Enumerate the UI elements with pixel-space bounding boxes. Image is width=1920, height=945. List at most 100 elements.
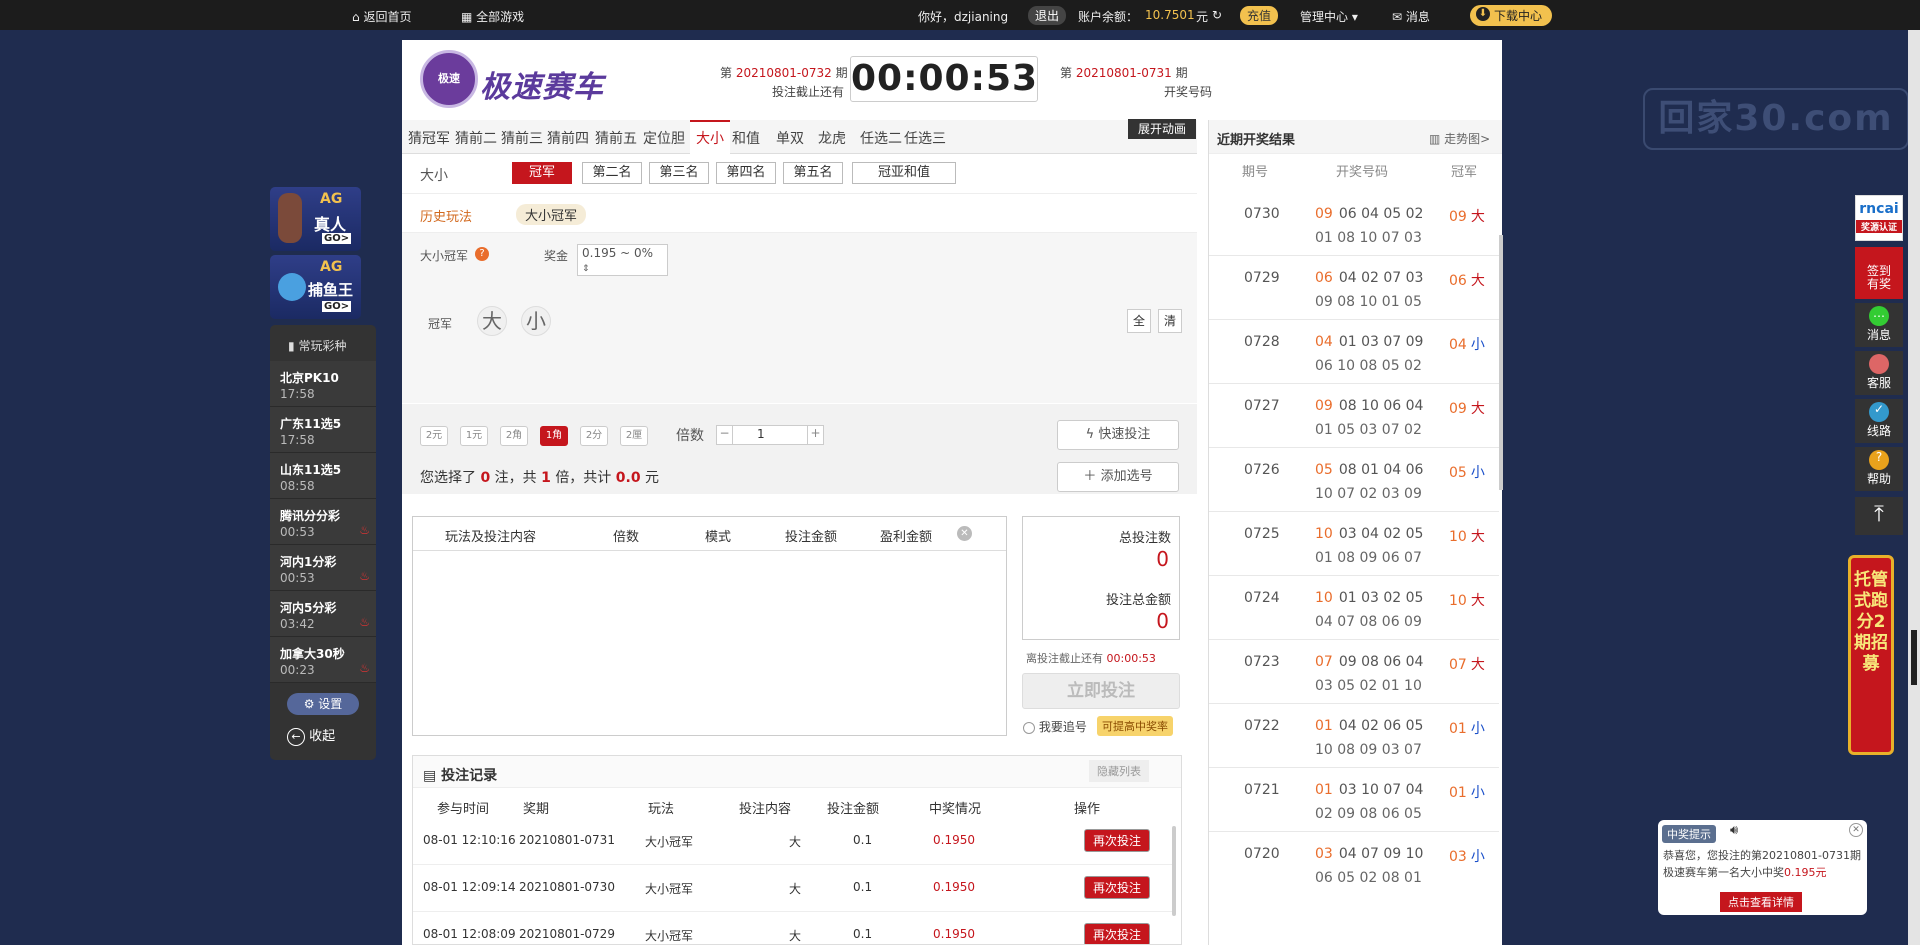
favorite-game-item[interactable]: 北京PK10 17:58 [270,361,376,407]
favorite-game-item[interactable]: 加拿大30秒 00:23 ♨ [270,637,376,683]
page-scroll-thumb[interactable] [1911,630,1917,685]
selection-summary: 您选择了 0 注，共 1 倍，共计 0.0 元 [420,470,660,486]
rebet-button[interactable]: 再次投注 [1084,923,1151,944]
manage-center-menu[interactable]: 管理中心 ▾ [1300,8,1358,25]
favorite-game-item[interactable]: 广东11选5 17:58 [270,407,376,453]
tab-7[interactable]: 和值 [732,128,760,148]
fire-icon: ♨ [359,523,370,537]
recharge-button[interactable]: 充值 [1240,6,1279,25]
tab-2[interactable]: 猜前三 [501,128,543,148]
result-rest-numbers: 06 04 05 02 [1338,206,1424,222]
hide-list-button[interactable]: 隐藏列表 [1089,760,1149,782]
chase-checkbox[interactable]: 我要追号 [1023,718,1087,735]
favorite-game-item[interactable]: 河内5分彩 03:42 ♨ [270,591,376,637]
home-link[interactable]: ⌂ 返回首页 [352,8,411,25]
tab-4[interactable]: 猜前五 [595,128,637,148]
route-side-button[interactable]: ✓ 线路 [1855,399,1903,443]
settings-button[interactable]: ⚙ 设置 [287,693,359,715]
cart-col-mode: 模式 [705,530,732,545]
multiple-input[interactable]: 1 [757,427,765,441]
tab-5[interactable]: 定位胆 [643,128,685,148]
refresh-icon[interactable]: ↻ [1212,8,1222,22]
position-option-0[interactable]: 冠军 [512,162,572,184]
result-big-small: 大 [1470,593,1485,609]
position-option-3[interactable]: 第四名 [716,162,776,184]
favorite-game-name: 腾讯分分彩 [280,509,341,523]
help-icon[interactable]: ? [475,247,489,261]
history-play-tag[interactable]: 大小冠军 [516,204,587,225]
bet-now-button[interactable]: 立即投注 [1022,673,1180,709]
minus-button[interactable]: − [717,426,733,444]
tab-8[interactable]: 单双 [776,128,804,148]
tab-9[interactable]: 龙虎 [818,128,846,148]
service-side-button[interactable]: 客服 [1855,351,1903,395]
download-center-button[interactable]: 下载中心 [1470,5,1553,26]
select-all-button[interactable]: 全 [1127,309,1151,333]
logout-button[interactable]: 退出 [1028,6,1067,25]
result-rest-numbers: 04 02 06 05 [1338,718,1424,734]
tab-11[interactable]: 任选三 [904,128,946,148]
position-option-4[interactable]: 第五名 [783,162,843,184]
result-rest-numbers: 01 03 07 09 [1338,334,1424,350]
view-details-button[interactable]: 点击查看详情 [1720,892,1802,912]
tab-0[interactable]: 猜冠军 [408,128,450,148]
quick-bet-button[interactable]: ϟ 快速投注 [1057,420,1179,450]
unit-option-4[interactable]: 2分 [580,426,608,446]
rebet-button[interactable]: 再次投注 [1084,829,1151,852]
add-number-button[interactable]: ＋ 添加选号 [1057,462,1179,492]
collapse-button[interactable]: ← 收起 [287,725,335,746]
tab-3[interactable]: 猜前四 [547,128,589,148]
ag-fishing-banner[interactable]: AG 捕鱼王 GO> [270,255,361,319]
page-scrollbar[interactable] [1908,30,1920,945]
tab-6[interactable]: 大小 [690,120,730,154]
position-option-1[interactable]: 第二名 [582,162,642,184]
result-champion-number: 07 [1449,657,1467,673]
tab-1[interactable]: 猜前二 [455,128,497,148]
cai-cert-badge[interactable]: rncai 奖源认证 [1855,195,1903,241]
ag-live-banner[interactable]: AG 真人 GO> [270,187,361,251]
unit-option-1[interactable]: 1元 [460,426,488,446]
dealer-avatar-icon [278,193,302,243]
message-side-button[interactable]: … 消息 [1855,303,1903,347]
favorite-game-item[interactable]: 山东11选5 08:58 [270,453,376,499]
signin-button[interactable]: 签到 有奖 [1855,247,1903,299]
big-ball[interactable]: 大 [477,306,507,336]
multiple-stepper[interactable]: − 1 + [716,425,824,445]
all-games-link[interactable]: ▦ 全部游戏 [461,8,524,25]
support-icon [1869,354,1889,374]
play-name: 大小冠军 [420,249,469,263]
clear-cart-icon[interactable]: ✕ [957,526,972,541]
promo-banner[interactable]: 托管式跑分2期招募 [1848,555,1894,755]
unit-option-5[interactable]: 2厘 [620,426,648,446]
favorite-game-item[interactable]: 河内1分彩 00:53 ♨ [270,545,376,591]
expand-animation-button[interactable]: 展开动画 [1128,119,1196,139]
unit-option-3[interactable]: 1角 [540,426,568,446]
messages-link[interactable]: ✉ 消息 [1392,8,1430,25]
back-to-top-icon[interactable]: ⤒ [1855,497,1903,535]
speaker-icon[interactable]: 🔊︎ [1730,823,1738,838]
unit-option-2[interactable]: 2角 [500,426,528,446]
favorite-game-item[interactable]: 腾讯分分彩 00:53 ♨ [270,499,376,545]
position-option-5[interactable]: 冠亚和值 [852,162,956,184]
result-rest-numbers: 03 04 02 05 [1338,526,1424,542]
deadline-text: 离投注截止还有 00:00:53 [1026,652,1156,665]
records-title: ▤ 投注记录 [423,768,498,784]
tab-10[interactable]: 任选二 [860,128,902,148]
rebet-button[interactable]: 再次投注 [1084,876,1151,899]
balance-unit: 元 [1196,10,1209,24]
prize-select[interactable]: 0.195 ~ 0% ⇕ [577,244,668,276]
unit-option-0[interactable]: 2元 [420,426,448,446]
plus-button[interactable]: + [807,426,823,444]
records-scrollbar[interactable] [1172,826,1176,916]
result-numbers-line1: 10 01 03 02 05 [1315,590,1423,606]
record-content: 大 [789,835,802,849]
close-icon[interactable]: ✕ [1849,823,1863,837]
trend-link[interactable]: ▥ 走势图> [1429,130,1490,147]
draw-number-label: 开奖号码 [1163,85,1212,99]
clear-button[interactable]: 清 [1158,309,1182,333]
small-ball[interactable]: 小 [521,306,551,336]
position-option-2[interactable]: 第三名 [649,162,709,184]
result-row: 0721 01 03 10 07 04 02 09 08 06 05 01 小 [1209,768,1499,832]
help-side-button[interactable]: ? 帮助 [1855,447,1903,491]
results-scrollbar[interactable] [1499,235,1503,490]
